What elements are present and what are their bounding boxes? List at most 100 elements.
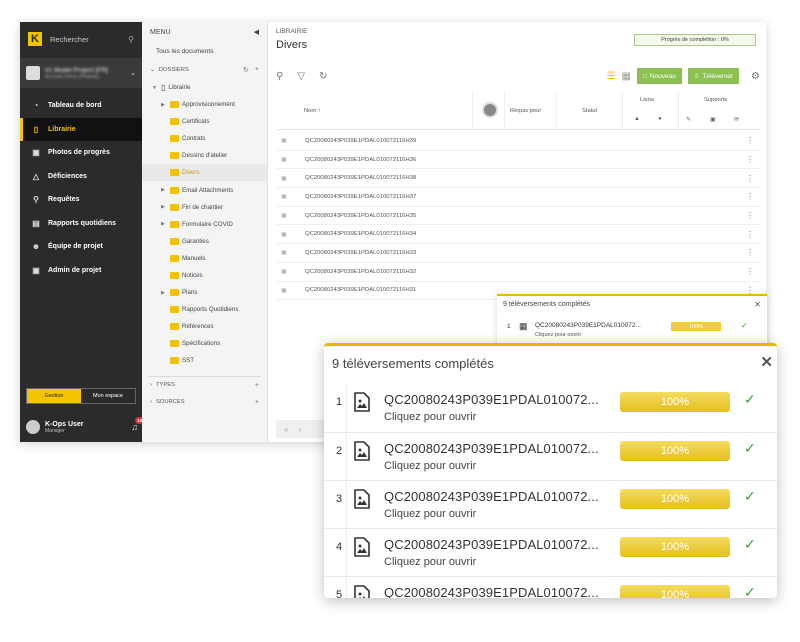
add-icon[interactable]: + — [255, 399, 259, 406]
upload-row[interactable]: 4 QC20080243P039E1PDAL010072... Cliquez po… — [324, 528, 777, 577]
toggle-gestion[interactable]: Gestion — [27, 389, 81, 403]
tree-folder[interactable]: ▶ Email Attachments — [142, 181, 267, 198]
more-options-icon[interactable]: ⋮ — [746, 230, 754, 239]
more-options-icon[interactable]: ⋮ — [746, 267, 754, 276]
upload-row[interactable]: 5QC20080243P039E1PDAL010072...Cliquez po… — [324, 576, 777, 598]
nav-item-photos[interactable]: ▣ Photos de progrès — [20, 141, 142, 165]
tree-folder[interactable]: ▶ Formulaire COVID — [142, 216, 267, 233]
table-row[interactable]: ▣ QC20080243P039E1PDAL010072116H37 ⋮ — [276, 188, 760, 207]
table-row[interactable]: ▣ QC20080243P039E1PDAL010072116H39 ⋮ — [276, 132, 760, 151]
table-row[interactable]: ▣ QC20080243P039E1PDAL010072116H33 ⋮ — [276, 244, 760, 263]
add-icon[interactable]: + — [255, 66, 259, 74]
caret-right-icon[interactable]: ▶ — [161, 204, 167, 210]
search-icon[interactable]: ⚲ — [128, 35, 134, 44]
upload-row[interactable]: 2 QC20080243P039E1PDAL010072... Cliquez po… — [324, 432, 777, 481]
tree-folder[interactable]: Références — [142, 318, 267, 335]
all-documents-link[interactable]: Tous les documents — [142, 42, 267, 61]
tree-folder-label: Approvisionnement — [182, 101, 235, 109]
more-options-icon[interactable]: ⋮ — [746, 155, 754, 164]
upload-row[interactable]: 1 ▦ QC20080243P039E1PDAL010072... Clique… — [503, 320, 759, 342]
tree-folder[interactable]: Dessins d'atelier — [142, 147, 267, 164]
collapse-icon[interactable]: ◀ — [254, 28, 259, 36]
caret-right-icon[interactable]: ▶ — [161, 221, 167, 227]
caret-right-icon[interactable]: ▶ — [161, 290, 167, 296]
table-row[interactable]: ▣ QC20080243P039E1PDAL010072116H34 ⋮ — [276, 225, 760, 245]
types-section[interactable]: › TYPES + — [142, 377, 267, 394]
file-thumbnail-icon: ▣ — [281, 194, 287, 201]
row-divider — [346, 433, 347, 481]
nav-item-reports[interactable]: ▤ Rapports quotidiens — [20, 212, 142, 236]
more-options-icon[interactable]: ⋮ — [746, 174, 754, 183]
first-page-icon[interactable]: « — [284, 425, 288, 434]
table-row[interactable]: ▣ QC20080243P039E1PDAL010072116H32 ⋮ — [276, 263, 760, 282]
check-icon: ✓ — [744, 584, 756, 598]
file-thumbnail-icon: ▣ — [281, 250, 287, 257]
tree-folder[interactable]: ▶ Fin de chantier — [142, 199, 267, 216]
file-thumbnail-icon: ▣ — [281, 269, 287, 276]
close-icon[interactable]: ✕ — [754, 300, 761, 309]
paperclip-icon: ✎ — [686, 117, 692, 123]
tree-folder[interactable]: Notices — [142, 267, 267, 284]
more-options-icon[interactable]: ⋮ — [746, 136, 754, 145]
caret-right-icon[interactable]: ▶ — [161, 187, 167, 193]
search-icon[interactable]: ⚲ — [276, 71, 283, 82]
open-link[interactable]: Cliquez pour ouvrir — [535, 332, 581, 338]
open-link[interactable]: Cliquez pour ouvrir — [384, 460, 476, 472]
tree-folder[interactable]: SST — [142, 352, 267, 369]
project-selector[interactable]: #1 Model Project [FR] Account Demo (Plat… — [20, 58, 142, 88]
refresh-icon[interactable]: ↻ — [243, 66, 249, 74]
upload-row[interactable]: 1 QC20080243P039E1PDAL010072... Cliquez po… — [324, 384, 777, 432]
search-label[interactable]: Rechercher — [50, 35, 120, 44]
new-button[interactable]: □ Nouveau — [636, 68, 682, 84]
upload-row[interactable]: 3 QC20080243P039E1PDAL010072... Cliquez po… — [324, 480, 777, 529]
grid-view-icon[interactable]: ▦ — [621, 71, 630, 82]
breadcrumb[interactable]: LIBRAIRIE — [276, 28, 307, 35]
column-name[interactable]: Nom ↑ — [304, 108, 321, 114]
tree-folder[interactable]: Divers — [142, 164, 267, 182]
tree-folder[interactable]: Garanties — [142, 233, 267, 250]
gear-icon[interactable]: ⚙ — [751, 71, 760, 82]
open-link[interactable]: Cliquez pour ouvrir — [384, 411, 476, 423]
chevron-down-icon: ⌄ — [130, 70, 136, 77]
table-row[interactable]: ▣ QC20080243P039E1PDAL010072116H36 ⋮ — [276, 151, 760, 170]
user-block[interactable]: K-Ops User Manager ♫ 10 — [26, 416, 144, 438]
caret-right-icon[interactable]: ▶ — [161, 102, 167, 108]
upload-button[interactable]: ⇧ Téléverser — [687, 68, 740, 84]
tree-folder[interactable]: Rapports Quotidiens — [142, 301, 267, 318]
refresh-icon[interactable]: ↻ — [319, 71, 327, 82]
nav-item-deficiencies[interactable]: △ Déficiences — [20, 165, 142, 189]
tree-folder[interactable]: Contrats — [142, 130, 267, 147]
more-options-icon[interactable]: ⋮ — [746, 211, 754, 220]
nav-item-dashboard[interactable]: ◔ Tableau de bord — [20, 94, 142, 118]
upload-file-name: QC20080243P039E1PDAL010072... — [384, 489, 599, 504]
tree-folder[interactable]: Certificats — [142, 113, 267, 130]
open-link[interactable]: Cliquez pour ouvrir — [384, 556, 476, 568]
sources-section[interactable]: › SOURCES + — [142, 394, 267, 411]
close-icon[interactable]: ✕ — [760, 353, 773, 371]
more-options-icon[interactable]: ⋮ — [746, 192, 754, 201]
column-requis[interactable]: Requis pour — [510, 108, 541, 114]
tree-folder-label: Plans — [182, 289, 198, 297]
prev-page-icon[interactable]: ‹ — [298, 425, 301, 434]
toggle-mon-espace[interactable]: Mon espace — [81, 389, 135, 403]
more-options-icon[interactable]: ⋮ — [746, 248, 754, 257]
tree-folder[interactable]: Spécifications — [142, 335, 267, 352]
table-row[interactable]: ▣ QC20080243P039E1PDAL010072116H38 ⋮ — [276, 169, 760, 189]
tree-root-label: Librairie — [168, 84, 191, 91]
open-link[interactable]: Cliquez pour ouvrir — [384, 508, 476, 520]
tree-root-librairie[interactable]: ▼ ▯ Librairie — [142, 79, 267, 96]
column-statut[interactable]: Statut — [582, 108, 597, 114]
nav-item-library[interactable]: ▯ Librairie — [20, 117, 142, 141]
nav-item-team[interactable]: ☻ Équipe de projet — [20, 235, 142, 259]
dossiers-section[interactable]: ⌄ DOSSIERS ↻ + — [142, 61, 267, 79]
nav-item-admin[interactable]: ▣ Admin de projet — [20, 259, 142, 283]
list-view-icon[interactable]: ☰ — [606, 71, 615, 82]
nav-item-requests[interactable]: ⚲ Requêtes — [20, 188, 142, 212]
tree-folder[interactable]: ▶ Approvisionnement — [142, 96, 267, 113]
table-row[interactable]: ▣ QC20080243P039E1PDAL010072116H35 ⋮ — [276, 207, 760, 226]
bell-icon[interactable]: ♫ 10 — [131, 417, 144, 432]
tree-folder[interactable]: Manuels — [142, 250, 267, 267]
add-icon[interactable]: + — [255, 382, 259, 389]
filter-icon[interactable]: ▽ — [297, 71, 305, 82]
tree-folder[interactable]: ▶ Plans — [142, 284, 267, 301]
